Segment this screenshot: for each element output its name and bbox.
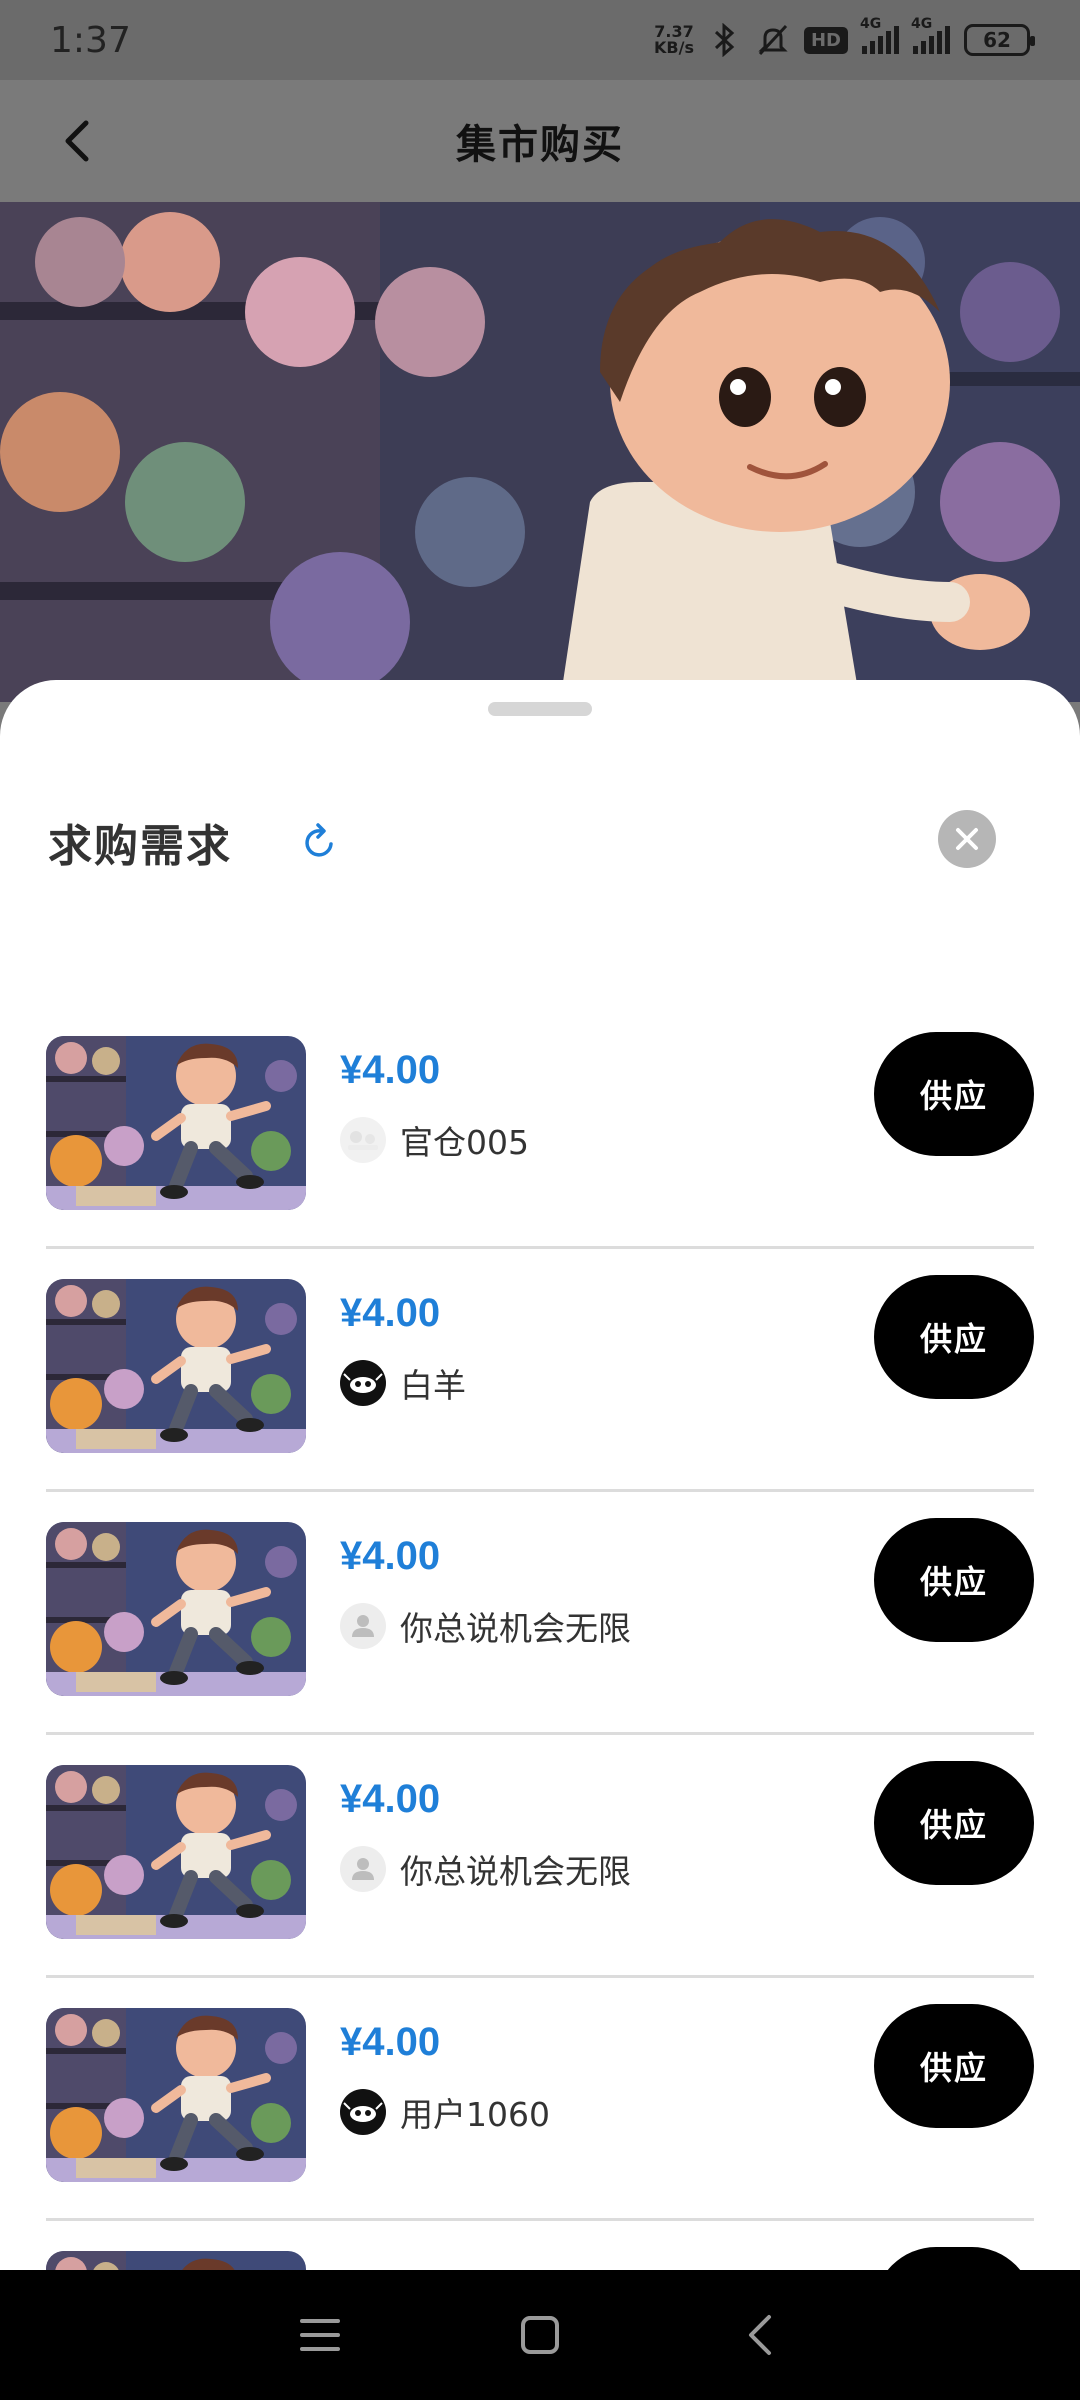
bluetooth-icon — [708, 23, 742, 57]
menu-nav-button[interactable] — [285, 2300, 355, 2370]
request-list-item[interactable]: ¥4.00 白羊 供应 — [46, 1249, 1034, 1492]
request-list: ¥4.00 官仓005 供应 ¥4.00 白羊 供应 ¥4.00 你总说机会无限 供应 — [46, 1006, 1034, 2270]
seller-name: 用户1060 — [400, 2095, 550, 2134]
request-list-item[interactable]: ¥4.00 官仓005 供应 — [46, 1006, 1034, 1249]
seller-info: 白羊 — [340, 1359, 466, 1407]
back-nav-button[interactable] — [725, 2300, 795, 2370]
menu-icon — [300, 2319, 340, 2351]
page-title: 集市购买 — [456, 122, 624, 168]
close-icon — [956, 828, 978, 850]
item-price: ¥4.00 — [340, 1048, 441, 1092]
seller-name: 你总说机会无限 — [400, 1852, 631, 1891]
product-thumbnail — [46, 2008, 306, 2182]
signal-icon-2: 4G — [911, 16, 950, 54]
product-thumbnail — [46, 1036, 306, 1210]
back-triangle-icon — [749, 2315, 771, 2355]
supply-button[interactable]: 供应 — [874, 2004, 1034, 2128]
seller-name: 官仓005 — [400, 1123, 529, 1162]
hero-banner-image — [0, 202, 1080, 702]
seller-info: 你总说机会无限 — [340, 1602, 631, 1650]
item-price: ¥4.00 — [340, 2020, 441, 2064]
home-square-icon — [521, 2316, 559, 2354]
request-list-item[interactable]: ¥4.00 你总说机会无限 供应 — [46, 1492, 1034, 1735]
bell-muted-icon — [756, 23, 790, 57]
drag-handle[interactable] — [488, 702, 592, 716]
buy-requests-sheet: 求购需求 ¥4.00 官仓005 供应 ¥4.00 白羊 供应 ¥4.00 你总… — [0, 680, 1080, 2270]
network-speed: 7.37 KB/s — [654, 22, 694, 57]
hd-badge: HD — [803, 26, 848, 54]
signal-icon-1: 4G — [860, 16, 899, 54]
back-button[interactable] — [52, 116, 102, 166]
seller-avatar — [340, 1846, 386, 1892]
product-thumbnail — [46, 1522, 306, 1696]
top-app-bar: 集市购买 — [0, 80, 1080, 202]
system-nav-bar — [0, 2270, 1080, 2400]
item-price: ¥4.00 — [340, 1777, 441, 1821]
supply-button[interactable]: 供应 — [874, 1032, 1034, 1156]
seller-info: 官仓005 — [340, 1116, 529, 1164]
status-icons: 7.37 KB/s HD 4G 4G 62 — [654, 16, 1035, 57]
refresh-icon[interactable] — [298, 821, 340, 863]
battery-icon: 62 — [964, 24, 1035, 56]
product-thumbnail — [46, 1765, 306, 1939]
seller-avatar — [340, 1603, 386, 1649]
request-list-item[interactable]: ¥4.00 — [46, 2221, 1034, 2270]
seller-name: 你总说机会无限 — [400, 1609, 631, 1648]
item-price: ¥4.00 — [340, 1534, 441, 1578]
product-thumbnail — [46, 1279, 306, 1453]
chevron-left-icon — [65, 120, 89, 162]
request-list-item[interactable]: ¥4.00 你总说机会无限 供应 — [46, 1735, 1034, 1978]
item-price: ¥4.00 — [340, 2263, 440, 2270]
seller-avatar — [340, 2089, 386, 2135]
seller-info: 你总说机会无限 — [340, 1845, 631, 1893]
sheet-title: 求购需求 — [48, 821, 232, 872]
supply-button[interactable]: 供应 — [874, 1518, 1034, 1642]
supply-button[interactable] — [874, 2247, 1034, 2270]
request-list-item[interactable]: ¥4.00 用户1060 供应 — [46, 1978, 1034, 2221]
item-price: ¥4.00 — [340, 1291, 441, 1335]
close-button[interactable] — [938, 810, 996, 868]
product-thumbnail — [46, 2251, 306, 2270]
sheet-header: 求购需求 — [48, 810, 340, 874]
home-nav-button[interactable] — [505, 2300, 575, 2370]
seller-avatar — [340, 1360, 386, 1406]
status-time: 1:37 — [50, 19, 131, 61]
supply-button[interactable]: 供应 — [874, 1761, 1034, 1885]
seller-info: 用户1060 — [340, 2088, 550, 2136]
supply-button[interactable]: 供应 — [874, 1275, 1034, 1399]
status-bar: 1:37 7.37 KB/s HD 4G 4G 62 — [0, 0, 1080, 80]
seller-avatar — [340, 1117, 386, 1163]
seller-name: 白羊 — [400, 1366, 466, 1405]
